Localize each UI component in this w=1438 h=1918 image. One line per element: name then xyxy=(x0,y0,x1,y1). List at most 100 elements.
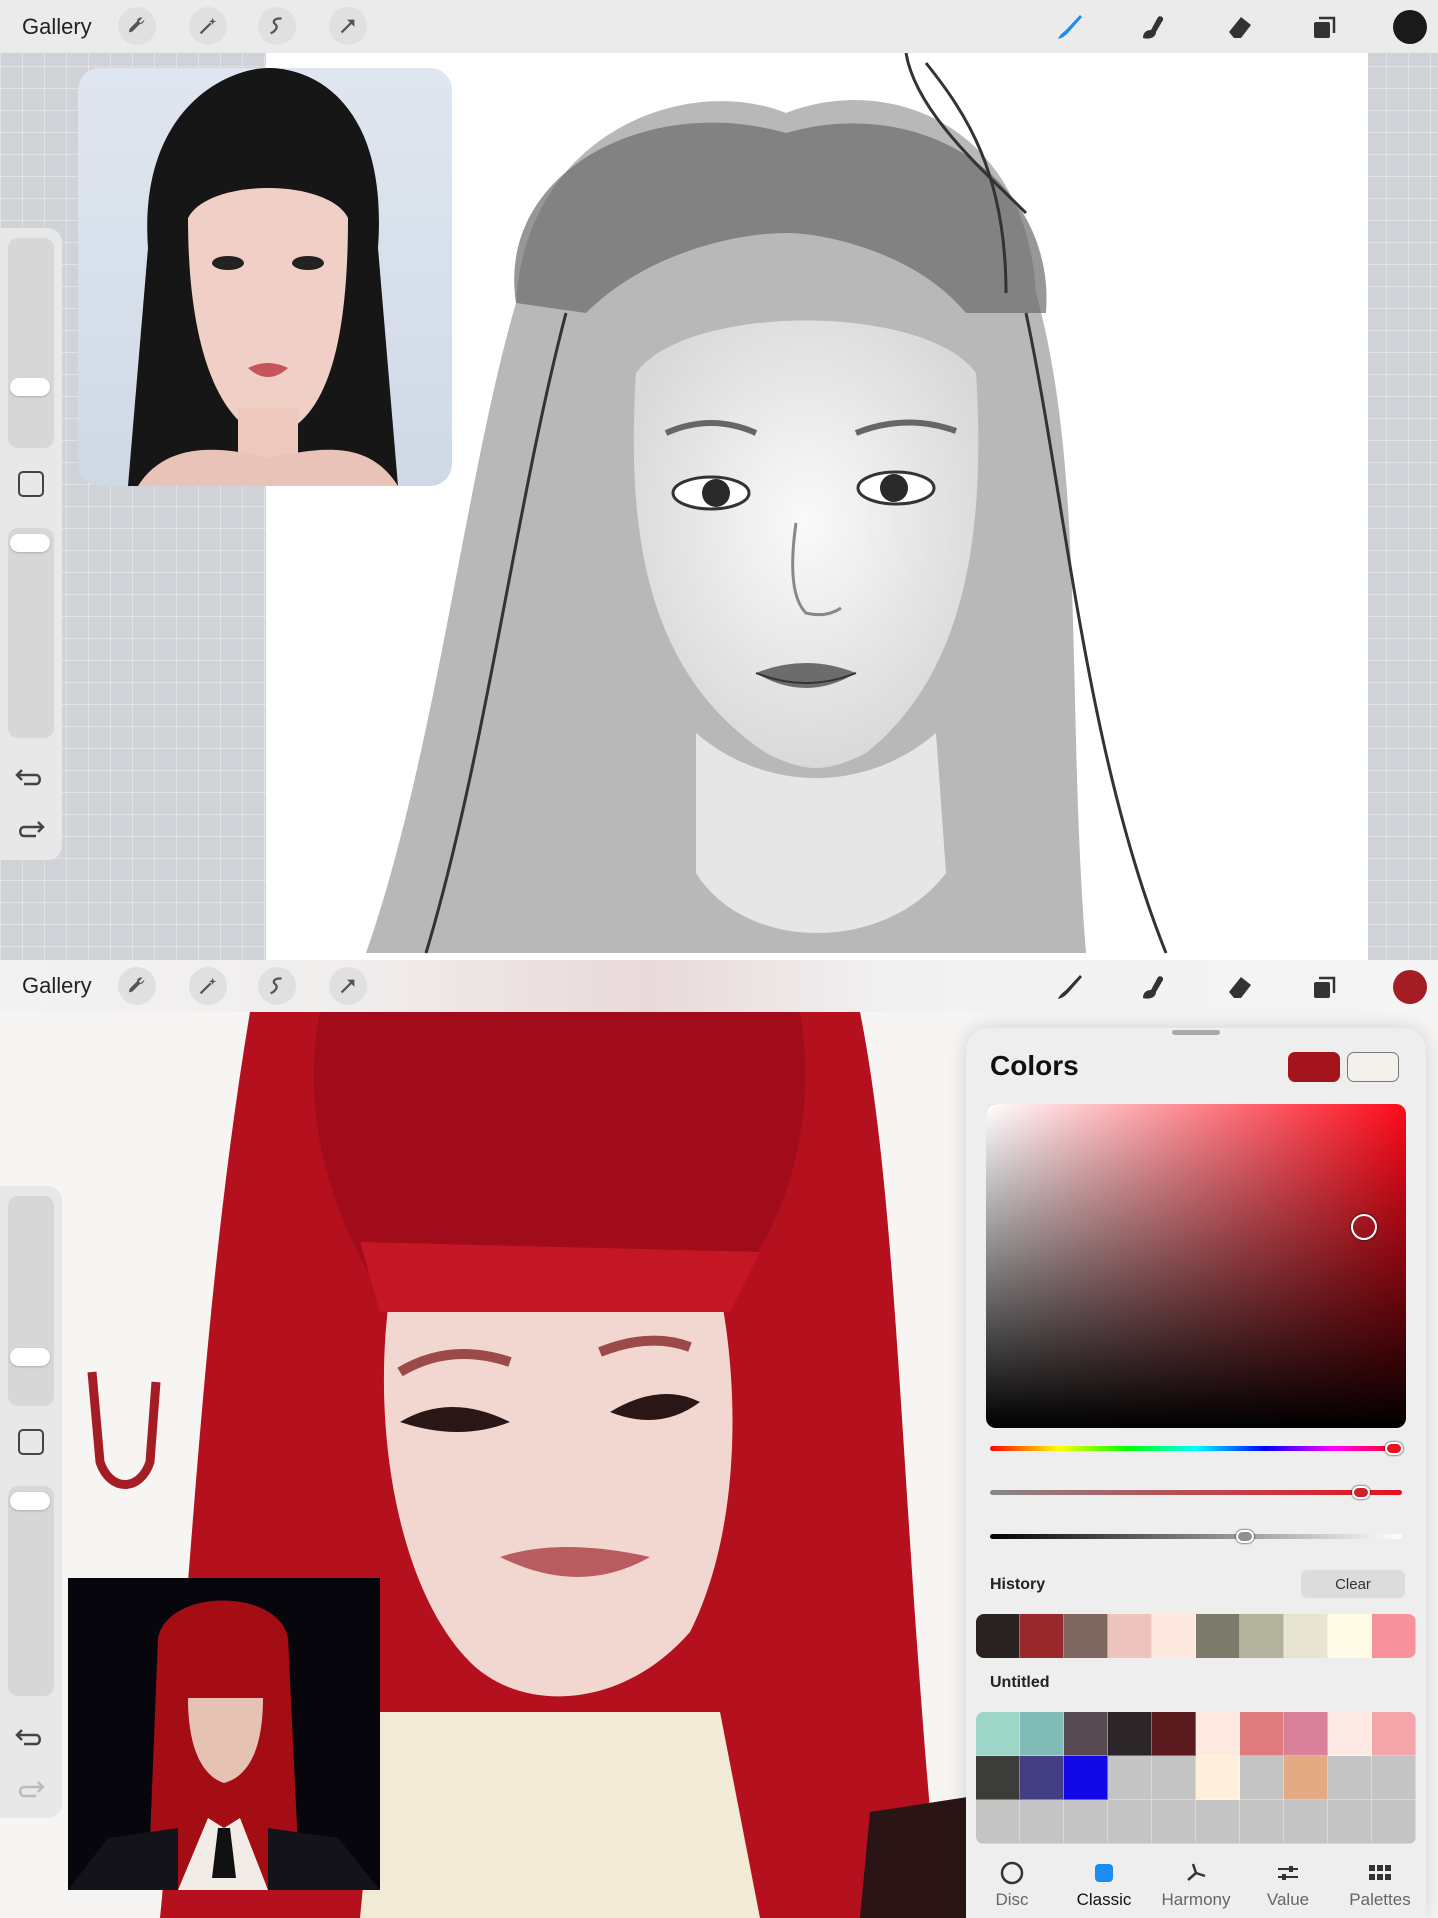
palette-swatch[interactable] xyxy=(1240,1800,1284,1844)
smudge-icon[interactable] xyxy=(1134,8,1172,46)
brush-size-slider[interactable] xyxy=(8,1196,54,1406)
brightness-slider-knob[interactable] xyxy=(1236,1530,1255,1543)
color-mode-tabs: Disc Classic Harmony Value Palettes xyxy=(966,1848,1426,1918)
history-swatches xyxy=(976,1614,1416,1658)
wrench-icon[interactable] xyxy=(118,967,156,1005)
current-color-button[interactable] xyxy=(1393,10,1427,44)
selection-icon[interactable] xyxy=(258,967,296,1005)
color-picker-cursor[interactable] xyxy=(1351,1214,1377,1241)
palette-swatch[interactable] xyxy=(1108,1800,1152,1844)
modify-square-icon[interactable] xyxy=(18,1429,44,1455)
selection-icon[interactable] xyxy=(258,7,296,45)
tab-value[interactable]: Value xyxy=(1242,1860,1334,1910)
palette-swatch[interactable] xyxy=(1152,1712,1196,1756)
panel-grabber[interactable] xyxy=(1172,1030,1220,1035)
palette-swatch[interactable] xyxy=(1328,1712,1372,1756)
palette-swatch[interactable] xyxy=(1284,1712,1328,1756)
history-swatch[interactable] xyxy=(1284,1614,1328,1658)
wrench-icon[interactable] xyxy=(118,7,156,45)
saturation-slider-knob[interactable] xyxy=(1351,1486,1370,1499)
smudge-icon[interactable] xyxy=(1134,968,1172,1006)
secondary-color-swatch[interactable] xyxy=(1347,1052,1399,1082)
history-swatch[interactable] xyxy=(1020,1614,1064,1658)
tab-harmony[interactable]: Harmony xyxy=(1150,1860,1242,1910)
palette-swatch[interactable] xyxy=(1064,1756,1108,1800)
eraser-icon[interactable] xyxy=(1221,8,1259,46)
tab-disc[interactable]: Disc xyxy=(966,1860,1058,1910)
eraser-icon[interactable] xyxy=(1221,968,1259,1006)
history-swatch[interactable] xyxy=(1328,1614,1372,1658)
palette-swatch[interactable] xyxy=(1372,1712,1416,1756)
brush-icon[interactable] xyxy=(1050,8,1088,46)
primary-color-swatch[interactable] xyxy=(1288,1052,1340,1082)
hue-slider-knob[interactable] xyxy=(1384,1442,1403,1455)
palette-swatch[interactable] xyxy=(1196,1756,1240,1800)
palette-swatch[interactable] xyxy=(1196,1712,1240,1756)
history-swatch[interactable] xyxy=(1152,1614,1196,1658)
transform-arrow-icon[interactable] xyxy=(329,7,367,45)
palette-swatch[interactable] xyxy=(1020,1800,1064,1844)
undo-icon[interactable] xyxy=(14,762,46,788)
history-swatch[interactable] xyxy=(1372,1614,1416,1658)
magic-wand-icon[interactable] xyxy=(189,7,227,45)
colors-title: Colors xyxy=(990,1050,1079,1081)
top-toolbar: Gallery xyxy=(0,0,1438,53)
palette-swatch[interactable] xyxy=(1064,1800,1108,1844)
history-swatch[interactable] xyxy=(1196,1614,1240,1658)
magic-wand-icon[interactable] xyxy=(189,967,227,1005)
history-swatch[interactable] xyxy=(1108,1614,1152,1658)
opacity-knob[interactable] xyxy=(10,534,50,552)
transform-arrow-icon[interactable] xyxy=(329,967,367,1005)
palette-swatch[interactable] xyxy=(1064,1712,1108,1756)
palette-swatch[interactable] xyxy=(1020,1756,1064,1800)
sliders-icon xyxy=(1242,1860,1334,1890)
opacity-knob[interactable] xyxy=(10,1492,50,1510)
brightness-slider[interactable] xyxy=(990,1534,1402,1539)
clear-history-button[interactable]: Clear xyxy=(1301,1570,1405,1598)
tab-label: Classic xyxy=(1076,1890,1132,1909)
palette-swatch[interactable] xyxy=(1284,1756,1328,1800)
opacity-slider[interactable] xyxy=(8,528,54,738)
palette-swatch[interactable] xyxy=(1108,1756,1152,1800)
palette-swatch[interactable] xyxy=(1372,1800,1416,1844)
palette-swatch[interactable] xyxy=(1372,1756,1416,1800)
layers-icon[interactable] xyxy=(1306,8,1344,46)
grid-icon xyxy=(1334,1860,1426,1890)
tab-palettes[interactable]: Palettes xyxy=(1334,1860,1426,1910)
palette-swatch[interactable] xyxy=(1284,1800,1328,1844)
layers-icon[interactable] xyxy=(1306,968,1344,1006)
gallery-button[interactable]: Gallery xyxy=(22,973,100,999)
current-color-button[interactable] xyxy=(1393,970,1427,1004)
history-swatch[interactable] xyxy=(1240,1614,1284,1658)
modify-square-icon[interactable] xyxy=(18,471,44,497)
palette-swatch[interactable] xyxy=(976,1800,1020,1844)
saturation-slider[interactable] xyxy=(990,1490,1402,1495)
reference-photo-thumbnail[interactable] xyxy=(68,1578,380,1890)
brush-size-knob[interactable] xyxy=(10,1348,50,1366)
brush-size-slider[interactable] xyxy=(8,238,54,448)
gallery-button[interactable]: Gallery xyxy=(22,14,100,40)
palette-swatch[interactable] xyxy=(1152,1756,1196,1800)
palette-swatch[interactable] xyxy=(1020,1712,1064,1756)
palette-swatch[interactable] xyxy=(1240,1756,1284,1800)
palette-swatch[interactable] xyxy=(1328,1800,1372,1844)
palette-swatch[interactable] xyxy=(976,1756,1020,1800)
opacity-slider[interactable] xyxy=(8,1486,54,1696)
redo-icon[interactable] xyxy=(14,814,46,840)
palette-swatch[interactable] xyxy=(1328,1756,1372,1800)
tab-classic[interactable]: Classic xyxy=(1058,1860,1150,1910)
brush-icon[interactable] xyxy=(1050,968,1088,1006)
hue-slider[interactable] xyxy=(990,1446,1402,1451)
palette-swatch[interactable] xyxy=(1196,1800,1240,1844)
history-swatch[interactable] xyxy=(976,1614,1020,1658)
redo-icon[interactable] xyxy=(14,1774,46,1800)
palette-swatch[interactable] xyxy=(976,1712,1020,1756)
palette-swatch[interactable] xyxy=(1240,1712,1284,1756)
brush-size-knob[interactable] xyxy=(10,378,50,396)
history-swatch[interactable] xyxy=(1064,1614,1108,1658)
undo-icon[interactable] xyxy=(14,1722,46,1748)
palette-swatch[interactable] xyxy=(1152,1800,1196,1844)
palette-swatch[interactable] xyxy=(1108,1712,1152,1756)
reference-photo-window[interactable] xyxy=(78,68,452,486)
saturation-brightness-square[interactable] xyxy=(986,1104,1406,1428)
